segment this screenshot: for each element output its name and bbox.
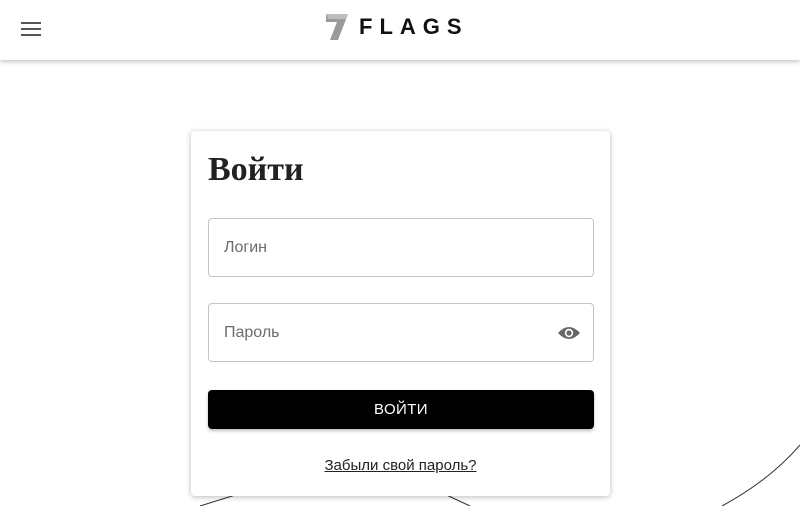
login-field [208,218,594,277]
top-app-bar: FLAGS [0,0,800,60]
eye-icon[interactable] [556,321,582,345]
seven-logo-icon [326,14,348,40]
page-title: Войти [208,151,304,188]
password-field [208,303,594,362]
hamburger-menu-icon[interactable] [18,16,44,42]
login-card: Войти ВОЙТИ Забыли свой пароль? [191,131,610,496]
brand-logo[interactable]: FLAGS [325,12,469,42]
forgot-password-link[interactable]: Забыли свой пароль? [191,457,610,474]
brand-name: FLAGS [359,14,469,39]
login-input[interactable] [209,219,593,276]
password-input[interactable] [209,304,593,361]
login-button[interactable]: ВОЙТИ [208,390,594,429]
